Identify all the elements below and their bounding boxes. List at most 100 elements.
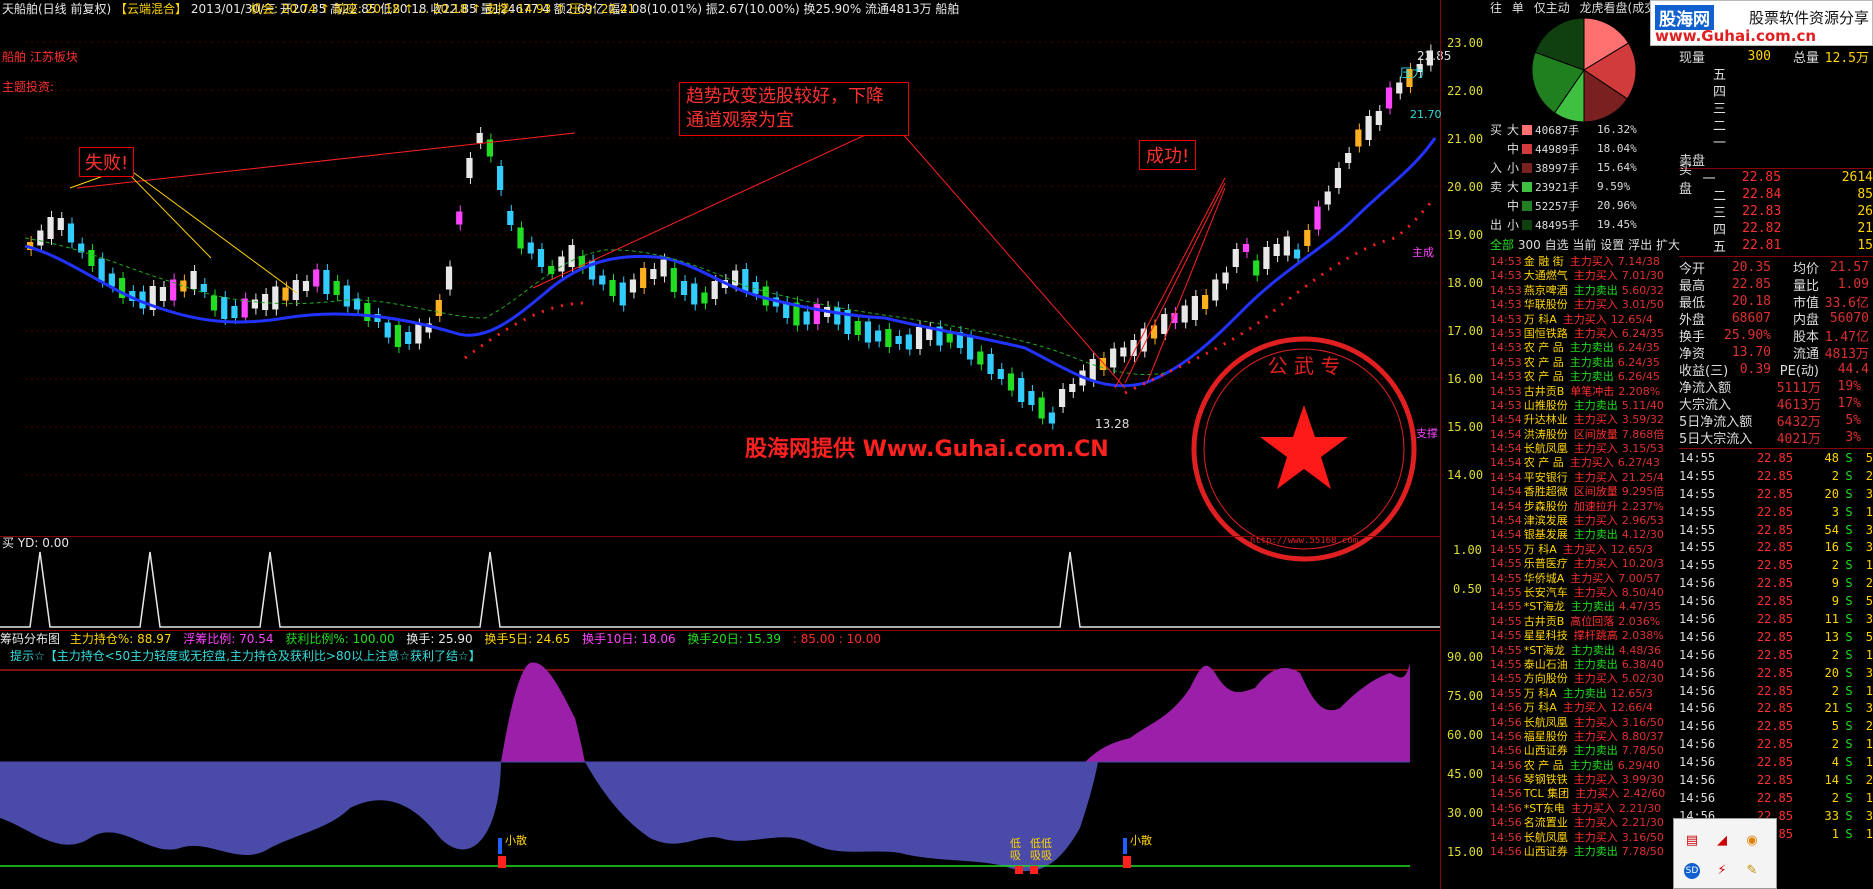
line-right-value: 21.70	[1410, 108, 1442, 121]
lightning-icon[interactable]: ⚡	[1714, 863, 1730, 879]
news-row[interactable]: 14:56 TCL 集团 主力买入 2.42/60	[1490, 787, 1672, 801]
news-row[interactable]: 14:55 泰山石油 主力卖出 6.38/40	[1490, 658, 1672, 672]
news-row[interactable]: 14:56 山西证券 主力卖出 7.78/50	[1490, 744, 1672, 758]
news-row[interactable]: 14:56 琴钢铁铁 主力买入 3.99/30	[1490, 773, 1672, 787]
candle	[57, 218, 64, 230]
doc-icon[interactable]: ▤	[1684, 833, 1700, 849]
candle	[282, 287, 289, 301]
news-row[interactable]: 14:55 长安汽车 主力买入 8.50/40	[1490, 586, 1672, 600]
news-row[interactable]: 14:53 华联股份 主力买入 3.01/50	[1490, 298, 1672, 312]
stat-row: 净流入额 5111万 19%	[1679, 379, 1861, 396]
candle	[323, 270, 330, 294]
news-row[interactable]: 14:54 洪涛股份 区间放量 7.868倍	[1490, 428, 1672, 442]
filter-watchlist[interactable]: 自选	[1545, 238, 1569, 252]
news-row[interactable]: 14:54 步森股份 加速拉升 2.237%	[1490, 500, 1672, 514]
fail-callout: 失败!	[79, 147, 135, 177]
indicator-name[interactable]: 【云端混合】	[115, 2, 187, 16]
news-row[interactable]: 14:55 方向股份 主力买入 5.02/30	[1490, 672, 1672, 686]
candle	[1191, 296, 1198, 320]
candle	[1232, 249, 1239, 267]
ask-levels: 五四三二一	[1679, 65, 1873, 151]
news-row[interactable]: 14:55 乐普医疗 主力买入 10.20/3	[1490, 557, 1672, 571]
news-row[interactable]: 14:53 万 科A 主力买入 12.65/4	[1490, 313, 1672, 327]
news-row[interactable]: 14:56 农 产 品主力卖出 6.29/40	[1490, 759, 1672, 773]
sell-label-row: 卖盘	[1679, 150, 1873, 169]
news-row[interactable]: 14:55 古井贡B 高位回落 2.036%	[1490, 615, 1672, 629]
bid-level: 四 22.82 21	[1713, 221, 1873, 238]
news-row[interactable]: 14:53 国恒铁路 主力买入 6.24/35	[1490, 327, 1672, 341]
news-row[interactable]: 14:53 金 融 街主力买入 7.14/38	[1490, 255, 1672, 269]
news-row[interactable]: 14:53 农 产 品主力卖出 6.24/35	[1490, 356, 1672, 370]
news-row[interactable]: 14:54 升达林业 主力买入 3.59/32	[1490, 413, 1672, 427]
candle	[497, 166, 504, 190]
filter-all[interactable]: 全部	[1490, 238, 1514, 252]
candle	[1293, 249, 1301, 259]
news-row[interactable]: 14:53 农 产 品主力卖出 6.24/35	[1490, 341, 1672, 355]
stat-row: 净资 13.70 流通 4813万	[1679, 345, 1869, 362]
news-row[interactable]: 14:53 燕京啤酒 主力卖出 5.60/32	[1490, 284, 1672, 298]
radar-news-list[interactable]: 14:53 金 融 街主力买入 7.14/38 14:53 大通燃气 主力买入 7.01/3…	[1490, 255, 1672, 889]
news-row[interactable]: 14:56 *ST东电 主力买入 2.21/30	[1490, 802, 1672, 816]
profit-ratio-value: 获利比例%: 100.00	[285, 632, 395, 646]
news-row[interactable]: 14:55 万 科A 主力买入 12.65/3	[1490, 543, 1672, 557]
candle	[1324, 191, 1331, 205]
news-row[interactable]: 14:53 古井贡B 单笔冲击 2.208%	[1490, 385, 1672, 399]
chart-icon[interactable]: ◢	[1714, 833, 1730, 849]
tick-row: 14:55 22.85 48 S 5	[1679, 450, 1873, 465]
tick-row: 14:55 22.85 20 S 3	[1679, 486, 1873, 501]
trend-callout: 趋势改变选股较好，下降 通道观察为宜	[679, 82, 909, 136]
news-row[interactable]: 14:55 星星科技 撑杆跳高 2.038%	[1490, 629, 1672, 643]
tab-active-only[interactable]: 仅主动	[1534, 1, 1570, 15]
tab-dan[interactable]: 单	[1512, 1, 1524, 15]
candle	[1283, 236, 1290, 256]
extra-values: : 85.00 : 10.00	[792, 632, 882, 646]
indicator1-label: 买 YD: 0.00	[2, 536, 69, 550]
news-row[interactable]: 14:56 福星股份 主力买入 8.80/37	[1490, 730, 1672, 744]
candle	[1304, 230, 1311, 246]
tab-wang[interactable]: 往	[1490, 1, 1502, 15]
ask-level: 五	[1713, 68, 1727, 83]
swirl-icon[interactable]: ◉	[1744, 833, 1760, 849]
news-row[interactable]: 14:55 华侨城A 主力买入 7.00/57	[1490, 572, 1672, 586]
news-row[interactable]: 14:56 山西证券 主力卖出 7.78/50	[1490, 845, 1672, 859]
candle	[394, 325, 402, 347]
news-row[interactable]: 14:54 农 产 品主力买入 6.27/43	[1490, 456, 1672, 470]
sd-icon[interactable]: SD	[1684, 863, 1700, 879]
candle	[272, 286, 279, 310]
bid-level: 二 22.84 85	[1713, 187, 1873, 204]
flow-row: 中 44989手 18.04%	[1506, 142, 1637, 156]
news-row[interactable]: 14:55 万 科A 主力卖出 12.65/3	[1490, 687, 1672, 701]
candle	[343, 285, 350, 307]
news-row[interactable]: 14:54 津滨发展 主力买入 2.96/53	[1490, 514, 1672, 528]
candle	[456, 211, 463, 225]
news-row[interactable]: 14:53 大通燃气 主力买入 7.01/30	[1490, 269, 1672, 283]
news-row[interactable]: 14:54 长航凤凰 主力买入 3.15/53	[1490, 442, 1672, 456]
news-row[interactable]: 14:54 平安银行 主力买入 21.25/4	[1490, 471, 1672, 485]
candle	[1120, 347, 1127, 357]
news-row[interactable]: 14:54 香胜超微 区间放量 9.295倍	[1490, 485, 1672, 499]
tool-icon[interactable]: ✎	[1744, 863, 1760, 879]
tick-row: 14:56 22.85 9 S 2	[1679, 576, 1873, 591]
main-hold-value: 主力持仓%: 88.97	[69, 632, 172, 646]
tick-row: 14:56 22.85 20 S 3	[1679, 665, 1873, 680]
news-row[interactable]: 14:54 银基发展 主力卖出 4.12/30	[1490, 528, 1672, 542]
candle	[1018, 378, 1025, 402]
filter-float[interactable]: 浮出	[1628, 238, 1652, 252]
candle	[47, 217, 54, 239]
news-row[interactable]: 14:53 农 产 品主力卖出 6.26/45	[1490, 370, 1672, 384]
news-row[interactable]: 14:53 山推股份 主力卖出 5.11/40	[1490, 399, 1672, 413]
svg-text:http://www.55168.com: http://www.55168.com	[1250, 536, 1358, 546]
news-row[interactable]: 14:56 长航凤凰 主力买入 3.16/50	[1490, 831, 1672, 845]
filter-current[interactable]: 当前	[1572, 238, 1596, 252]
news-row[interactable]: 14:55 *ST海龙 主力卖出 4.48/36	[1490, 644, 1672, 658]
news-row[interactable]: 14:56 长航凤凰 主力买入 3.16/50	[1490, 716, 1672, 730]
filter-settings[interactable]: 设置	[1600, 238, 1624, 252]
filter-expand[interactable]: 扩大	[1656, 238, 1680, 252]
filter-300[interactable]: 300	[1518, 238, 1541, 252]
candle	[762, 286, 769, 306]
news-row[interactable]: 14:56 名流置业 主力买入 2.21/30	[1490, 816, 1672, 830]
news-row[interactable]: 14:56 万 科A 主力买入 12.66/4	[1490, 701, 1672, 715]
candle	[813, 304, 820, 324]
news-row[interactable]: 14:55 *ST海龙 主力卖出 4.47/35	[1490, 600, 1672, 614]
logo-url: www.Guhai.com.cn	[1655, 27, 1817, 45]
